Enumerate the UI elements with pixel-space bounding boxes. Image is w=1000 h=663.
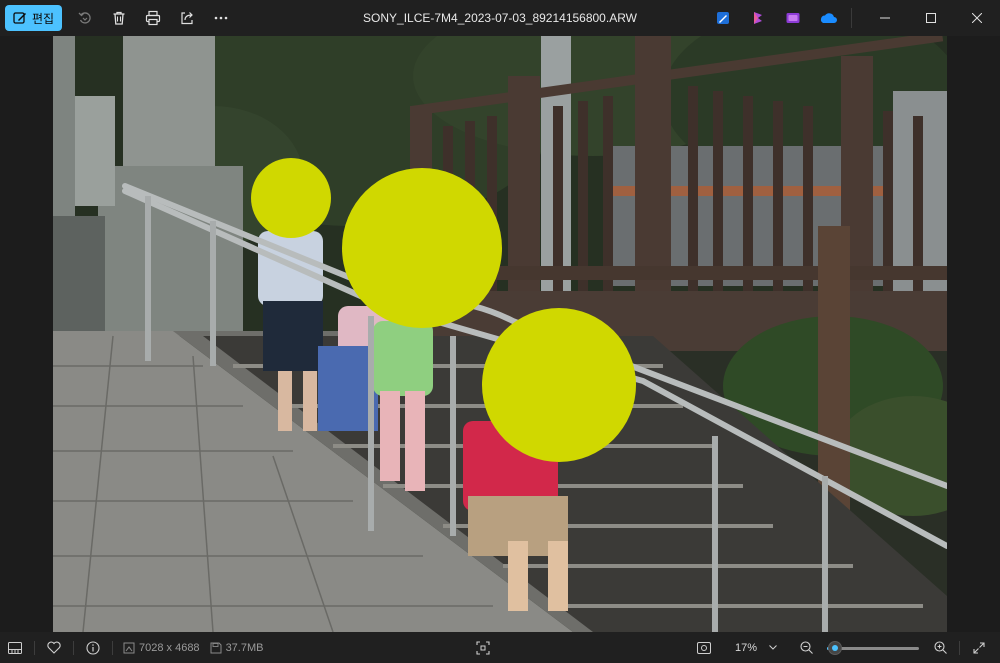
zoom-in-button[interactable]	[925, 632, 955, 663]
clipchamp-app-button[interactable]	[740, 0, 775, 36]
favorite-button[interactable]	[39, 632, 69, 663]
status-divider	[959, 640, 960, 655]
fit-to-window-button[interactable]	[468, 632, 498, 663]
share-icon	[181, 12, 193, 25]
edit-button[interactable]: 편집	[5, 5, 63, 31]
zoom-slider[interactable]	[827, 638, 919, 658]
video-editor-app-icon	[786, 13, 799, 23]
photo-viewer[interactable]	[0, 36, 1000, 632]
fullscreen-button[interactable]	[964, 632, 994, 663]
dimensions-text: 7028 x 4688	[139, 641, 200, 654]
maximize-button[interactable]	[908, 0, 954, 36]
info-icon	[86, 640, 100, 655]
chevron-down-icon	[769, 645, 777, 650]
edit-button-label: 편집	[32, 11, 55, 26]
close-icon	[972, 13, 982, 23]
dimensions-icon	[123, 642, 135, 653]
fullscreen-icon	[973, 641, 985, 654]
toolbar: 편집	[0, 0, 238, 36]
photo[interactable]	[53, 36, 947, 632]
file-size: 37.7MB	[210, 641, 264, 654]
designer-app-icon	[716, 12, 729, 24]
status-bar: 7028 x 4688 37.7MB 17%	[0, 632, 1000, 663]
more-icon	[214, 16, 228, 20]
actual-size-icon	[697, 641, 711, 654]
delete-button[interactable]	[102, 3, 136, 33]
status-divider	[34, 640, 35, 655]
zoom-out-button[interactable]	[791, 632, 821, 663]
video-editor-app-button[interactable]	[775, 0, 810, 36]
zoom-level-dropdown[interactable]: 17%	[727, 636, 783, 660]
status-divider	[112, 640, 113, 655]
zoom-out-icon	[799, 641, 813, 654]
share-button[interactable]	[170, 3, 204, 33]
minimize-button[interactable]	[862, 0, 908, 36]
zoom-in-icon	[933, 641, 947, 654]
print-button[interactable]	[136, 3, 170, 33]
photo-scene	[53, 36, 947, 632]
rotate-button[interactable]	[68, 3, 102, 33]
file-size-text: 37.7MB	[225, 641, 264, 654]
zoom-slider-thumb[interactable]	[828, 640, 842, 655]
edit-image-icon	[13, 12, 26, 24]
title-bar: 편집 SONY_ILCE-7M4_2023-07-03_89214156800.…	[0, 0, 1000, 36]
filmstrip-icon	[8, 641, 22, 654]
onedrive-button[interactable]	[810, 0, 845, 36]
file-info-button[interactable]	[78, 632, 108, 663]
image-dimensions: 7028 x 4688	[123, 642, 200, 654]
status-divider	[73, 640, 74, 655]
designer-app-button[interactable]	[705, 0, 740, 36]
save-disk-icon	[210, 642, 222, 653]
minimize-icon	[880, 17, 890, 19]
clipchamp-app-icon	[753, 12, 762, 24]
onedrive-cloud-icon	[820, 13, 837, 23]
toolbar-divider	[851, 8, 852, 28]
rotate-icon	[78, 12, 91, 24]
fit-to-window-icon	[476, 640, 490, 655]
filmstrip-button[interactable]	[0, 632, 30, 663]
delete-icon	[113, 11, 125, 25]
close-button[interactable]	[954, 0, 1000, 36]
maximize-icon	[926, 13, 936, 23]
print-icon	[145, 10, 161, 26]
heart-icon	[47, 641, 61, 654]
zoom-level-value: 17%	[735, 641, 758, 654]
more-button[interactable]	[204, 3, 238, 33]
actual-size-button[interactable]	[689, 632, 719, 663]
